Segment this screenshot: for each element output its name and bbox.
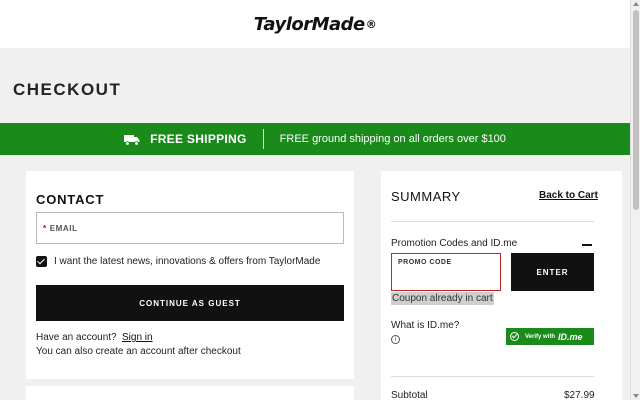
collapse-minus-icon[interactable]: [582, 244, 592, 246]
banner-divider: [262, 129, 264, 149]
continue-as-guest-button[interactable]: CONTINUE AS GUEST: [36, 285, 344, 321]
summary-card: SUMMARY Back to Cart Promotion Codes and…: [381, 171, 622, 400]
shipping-title: FREE SHIPPING: [150, 132, 247, 146]
taylormade-logo[interactable]: TaylorMade ®: [254, 14, 377, 35]
check-circle-icon: [510, 332, 519, 341]
back-to-cart-link[interactable]: Back to Cart: [539, 190, 598, 201]
summary-divider: [391, 221, 594, 222]
scroll-down-icon[interactable]: [633, 394, 639, 398]
email-placeholder: EMAIL: [49, 223, 78, 233]
idme-question[interactable]: What is ID.me?: [391, 320, 459, 331]
enter-promo-button[interactable]: ENTER: [511, 253, 594, 291]
shipping-message: FREE ground shipping on all orders over …: [279, 133, 506, 145]
logo-registered-mark: ®: [365, 17, 377, 31]
truck-icon: [124, 133, 140, 146]
site-header: TaylorMade ®: [0, 0, 630, 48]
scroll-up-icon[interactable]: [633, 2, 639, 6]
subtotal-label: Subtotal: [391, 390, 428, 400]
promo-placeholder: PROMO CODE: [398, 259, 452, 266]
logo-text: TaylorMade: [253, 13, 366, 35]
coupon-message: Coupon already in cart: [391, 292, 494, 305]
contact-heading: CONTACT: [36, 192, 105, 207]
have-account-text: Have an account?: [36, 332, 117, 343]
summary-heading: SUMMARY: [391, 189, 461, 204]
required-mark: *: [43, 223, 47, 233]
idme-brand: ID.me: [558, 331, 583, 342]
email-field[interactable]: * EMAIL: [36, 212, 344, 244]
create-account-note: You can also create an account after che…: [36, 346, 241, 357]
verify-idme-button[interactable]: Verify with ID.me: [506, 328, 594, 345]
verify-label: Verify with: [525, 333, 556, 340]
info-icon[interactable]: i: [391, 335, 400, 344]
newsletter-label[interactable]: I want the latest news, innovations & of…: [54, 256, 320, 267]
newsletter-checkbox[interactable]: [36, 256, 47, 267]
next-section-card: [26, 386, 354, 400]
promo-code-input[interactable]: PROMO CODE: [391, 253, 501, 291]
scrollbar-thumb[interactable]: [633, 10, 639, 210]
summary-divider-2: [391, 376, 594, 377]
page-scrollbar[interactable]: [630, 0, 640, 400]
page-title: CHECKOUT: [13, 80, 122, 99]
sign-in-link[interactable]: Sign in: [122, 332, 153, 343]
promo-section-label[interactable]: Promotion Codes and ID.me: [391, 238, 517, 249]
contact-card: CONTACT * EMAIL I want the latest news, …: [26, 171, 354, 379]
subtotal-value: $27.99: [564, 390, 595, 400]
shipping-banner: FREE SHIPPING FREE ground shipping on al…: [0, 123, 630, 155]
